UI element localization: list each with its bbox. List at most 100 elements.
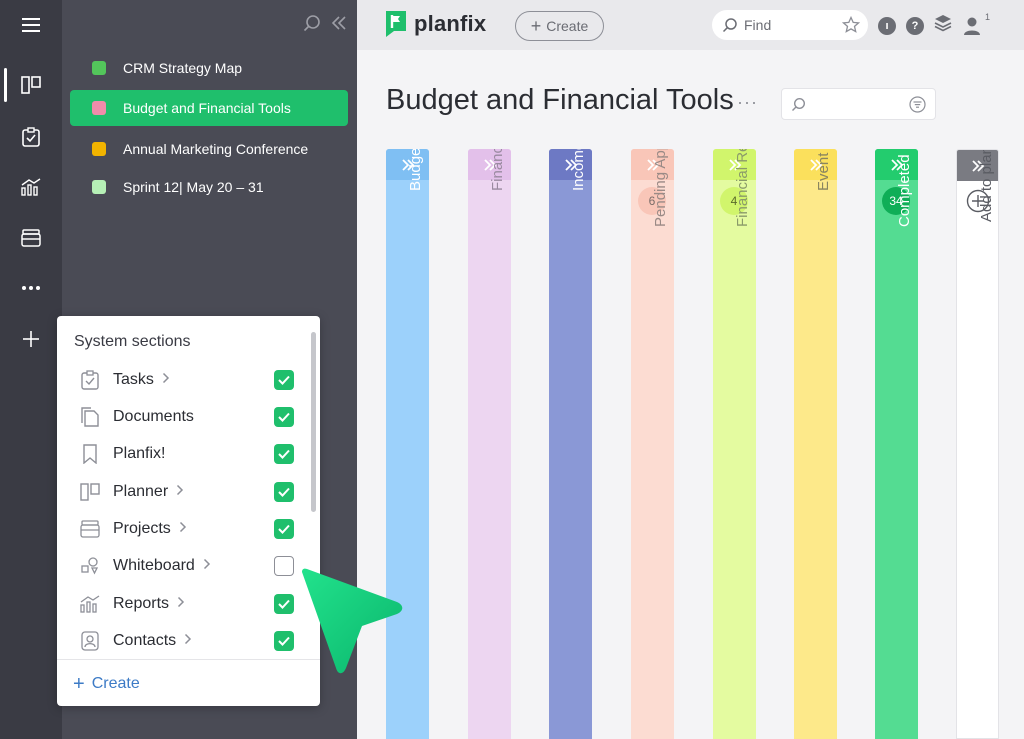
find-search-box[interactable]: Find xyxy=(712,10,868,40)
filter-icon[interactable] xyxy=(909,96,926,118)
notifications-icon[interactable]: ı xyxy=(878,16,896,35)
planner-search-input[interactable] xyxy=(810,95,905,113)
checkmark-icon xyxy=(278,412,290,422)
popup-title: System sections xyxy=(74,333,191,350)
planner-column[interactable]: Income and Expenses xyxy=(549,149,592,739)
checkmark-icon xyxy=(278,636,290,646)
planfix-logo[interactable]: planfix xyxy=(385,10,486,38)
search-icon[interactable] xyxy=(303,14,321,37)
chevron-right-icon[interactable] xyxy=(203,557,211,575)
sidebar-item-label: Annual Marketing Conference xyxy=(123,141,309,157)
column-label: Add to planner xyxy=(978,149,995,222)
project-color-dot xyxy=(92,101,106,115)
chevron-right-icon[interactable] xyxy=(176,483,184,501)
planner-column[interactable]: 4 Financial Reports xyxy=(713,149,756,739)
chevron-right-icon[interactable] xyxy=(184,632,192,650)
chevron-right-icon[interactable] xyxy=(177,595,185,613)
sidebar-item-budget-and-financial-tools[interactable]: Budget and Financial Tools xyxy=(70,90,348,126)
create-button-label: Create xyxy=(546,18,589,34)
system-section-label: Projects xyxy=(113,520,171,537)
search-icon xyxy=(791,97,806,117)
planner-icon xyxy=(79,481,101,503)
system-section-label: Whiteboard xyxy=(113,557,195,574)
user-avatar-icon[interactable]: 1 xyxy=(962,12,990,36)
sidebar-item-crm-strategy-map[interactable]: CRM Strategy Map xyxy=(70,50,348,86)
planner-column[interactable]: 34 Completed xyxy=(875,149,918,739)
system-section-whiteboard[interactable]: Whiteboard xyxy=(79,551,304,581)
hamburger-icon[interactable] xyxy=(0,5,62,45)
checkmark-icon xyxy=(278,524,290,534)
column-label: Budget Planning xyxy=(407,149,424,191)
section-checkbox[interactable] xyxy=(274,370,294,390)
more-icon[interactable] xyxy=(0,268,62,308)
planner-column[interactable]: Event participants xyxy=(794,149,837,739)
system-section-reports[interactable]: Reports xyxy=(79,589,304,619)
system-section-label: Planfix! xyxy=(113,445,166,462)
system-section-planfix[interactable]: Planfix! xyxy=(79,439,304,469)
system-section-label: Reports xyxy=(113,595,170,612)
popup-create-button[interactable]: + Create xyxy=(73,674,140,694)
app-rail xyxy=(0,0,62,739)
star-icon[interactable] xyxy=(841,15,861,39)
layers-icon[interactable] xyxy=(934,14,952,37)
system-section-planner[interactable]: Planner xyxy=(79,477,304,507)
popup-create-label: Create xyxy=(91,675,140,692)
chevron-right-icon[interactable] xyxy=(162,371,170,389)
sidebar-item-annual-marketing-conference[interactable]: Annual Marketing Conference xyxy=(70,131,348,167)
more-options-icon[interactable]: ··· xyxy=(737,92,758,113)
section-checkbox[interactable] xyxy=(274,556,294,576)
task-check-icon[interactable] xyxy=(0,117,62,157)
system-sections-popup: System sections Tasks Documents Planfix! Pl… xyxy=(57,316,320,706)
sidebar-item-sprint-12[interactable]: Sprint 12| May 20 – 31 xyxy=(70,169,348,205)
popup-divider xyxy=(57,659,320,660)
system-section-documents[interactable]: Documents xyxy=(79,402,304,432)
section-checkbox[interactable] xyxy=(274,444,294,464)
project-color-dot xyxy=(92,180,106,194)
plus-icon[interactable] xyxy=(0,319,62,359)
section-checkbox[interactable] xyxy=(274,482,294,502)
chart-icon[interactable] xyxy=(0,167,62,207)
sidebar-item-label: Budget and Financial Tools xyxy=(123,100,291,116)
planner-icon[interactable] xyxy=(0,65,62,105)
logo-text: planfix xyxy=(414,11,487,36)
planner-search-field[interactable] xyxy=(781,88,936,120)
sidebar-item-label: CRM Strategy Map xyxy=(123,60,243,76)
system-section-contacts[interactable]: Contacts xyxy=(79,626,304,656)
planfix-logo-icon xyxy=(386,11,406,37)
top-right-icons: ı ? 1 xyxy=(878,12,990,37)
planner-column[interactable]: Add to planner xyxy=(956,149,999,739)
bookmark-icon xyxy=(79,443,101,465)
section-checkbox[interactable] xyxy=(274,631,294,651)
system-section-label: Documents xyxy=(113,408,194,425)
checkmark-icon xyxy=(278,375,290,385)
plus-icon: + xyxy=(530,16,542,36)
plus-icon: + xyxy=(73,673,85,695)
planner-column[interactable]: Financial Management xyxy=(468,149,511,739)
checkmark-icon xyxy=(278,599,290,609)
chart-icon xyxy=(79,593,101,615)
section-checkbox[interactable] xyxy=(274,519,294,539)
project-color-dot xyxy=(92,142,106,156)
section-checkbox[interactable] xyxy=(274,407,294,427)
collapse-icon[interactable] xyxy=(331,14,347,37)
planner-column[interactable]: 6 Pending Approval xyxy=(631,149,674,739)
help-icon[interactable]: ? xyxy=(906,16,924,35)
section-checkbox[interactable] xyxy=(274,594,294,614)
whiteboard-icon xyxy=(79,555,101,577)
documents-icon xyxy=(79,406,101,428)
find-placeholder: Find xyxy=(744,17,772,33)
chevron-right-icon[interactable] xyxy=(179,520,187,538)
system-section-tasks[interactable]: Tasks xyxy=(79,365,304,395)
create-button[interactable]: + Create xyxy=(515,11,604,41)
top-bar: planfix + Create Find ı ? 1 xyxy=(357,0,1024,50)
projects-icon[interactable] xyxy=(0,218,62,258)
system-section-label: Contacts xyxy=(113,632,177,649)
project-color-dot xyxy=(92,61,106,75)
sidebar-item-label: Sprint 12| May 20 – 31 xyxy=(123,179,264,195)
pointer-cursor-icon xyxy=(302,568,403,674)
checkmark-icon xyxy=(278,487,290,497)
system-section-projects[interactable]: Projects xyxy=(79,514,304,544)
system-section-label: Planner xyxy=(113,483,169,500)
popup-scrollbar[interactable] xyxy=(311,332,316,512)
projects-icon xyxy=(79,518,101,540)
